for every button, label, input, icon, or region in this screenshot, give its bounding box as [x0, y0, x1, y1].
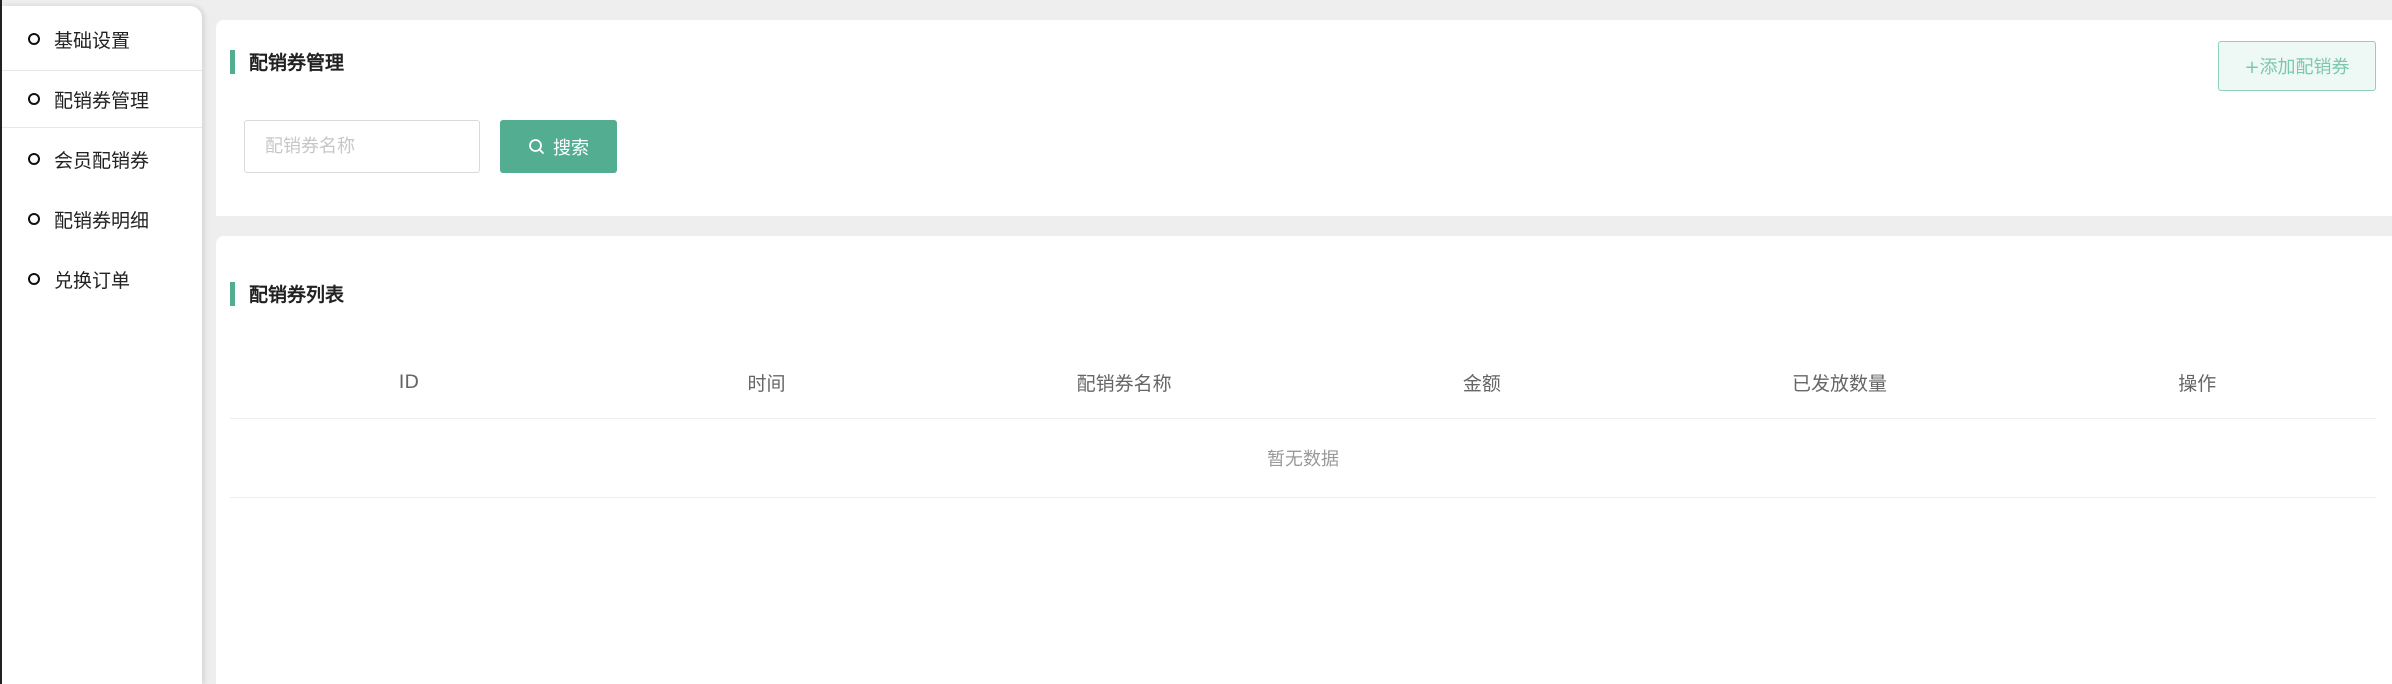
circle-icon — [28, 213, 40, 225]
column-header-amount: 金额 — [1462, 372, 1501, 395]
column-header-time: 时间 — [747, 372, 786, 395]
circle-icon — [28, 93, 40, 105]
coupon-table: ID 时间 配销券名称 金额 已发放数量 操作 暂无数据 — [230, 346, 2376, 498]
section-title-text: 配销券列表 — [249, 284, 345, 306]
title-accent-bar — [230, 49, 235, 74]
section-title-text: 配销券管理 — [249, 52, 345, 74]
column-header-issued-count: 已发放数量 — [1792, 372, 1888, 395]
column-header-coupon-name: 配销券名称 — [1076, 372, 1172, 395]
circle-icon — [28, 33, 40, 45]
empty-state-text: 暂无数据 — [230, 419, 2376, 498]
sidebar-item-label: 配销券明细 — [54, 209, 150, 232]
sidebar-item-label: 兑换订单 — [54, 269, 131, 292]
circle-icon — [28, 273, 40, 285]
sidebar-item-label: 基础设置 — [54, 29, 131, 52]
section-title: 配销券列表 — [230, 280, 344, 307]
coupon-management-panel: 配销券管理 +添加配销券 搜索 — [216, 20, 2392, 216]
sidebar-item-label: 配销券管理 — [54, 89, 150, 112]
coupon-name-search-input[interactable] — [244, 120, 480, 173]
sidebar-item-redeem-orders[interactable]: 兑换订单 — [2, 250, 202, 308]
search-button-label: 搜索 — [553, 137, 589, 159]
coupon-list-panel: 配销券列表 ID 时间 配销券名称 金额 已发放数量 操作 暂无数据 — [216, 236, 2392, 684]
sidebar: 基础设置 配销券管理 会员配销券 配销券明细 兑换订单 — [2, 6, 202, 684]
sidebar-item-label: 会员配销券 — [54, 149, 150, 172]
search-icon — [528, 138, 545, 155]
search-button[interactable]: 搜索 — [500, 120, 617, 173]
sidebar-item-member-coupons[interactable]: 会员配销券 — [2, 130, 202, 188]
sidebar-item-coupon-details[interactable]: 配销券明细 — [2, 190, 202, 248]
column-header-actions: 操作 — [2178, 372, 2217, 395]
column-header-id: ID — [398, 371, 419, 393]
table-header: ID 时间 配销券名称 金额 已发放数量 操作 — [230, 346, 2376, 419]
title-accent-bar — [230, 281, 235, 306]
sidebar-item-basic-settings[interactable]: 基础设置 — [2, 10, 202, 68]
circle-icon — [28, 153, 40, 165]
section-title: 配销券管理 — [230, 48, 344, 75]
sidebar-item-coupon-management[interactable]: 配销券管理 — [2, 70, 202, 128]
add-coupon-button[interactable]: +添加配销券 — [2218, 41, 2376, 91]
